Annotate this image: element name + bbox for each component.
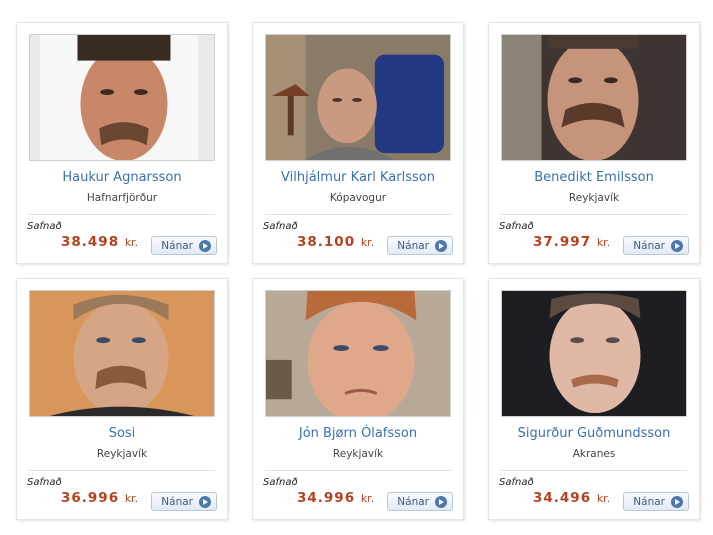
participant-name-link[interactable]: Vilhjálmur Karl Karlsson bbox=[253, 170, 463, 185]
arrow-right-icon bbox=[199, 495, 211, 508]
participant-location: Akranes bbox=[572, 448, 616, 460]
participant-name-link[interactable]: Benedikt Emilsson bbox=[489, 170, 699, 185]
participant-name-link[interactable]: Jón Bjørn Ólafsson bbox=[253, 426, 463, 441]
arrow-right-icon bbox=[435, 239, 447, 252]
more-button[interactable]: Nánar bbox=[151, 492, 217, 511]
divider bbox=[501, 470, 687, 471]
collected-label: Safnað bbox=[27, 221, 62, 232]
participant-location: Reykjavík bbox=[568, 192, 620, 204]
participant-photo[interactable] bbox=[29, 34, 215, 161]
divider bbox=[29, 214, 215, 215]
participant-name-link[interactable]: Sosi bbox=[17, 426, 227, 441]
collected-amount: 38.498 kr. bbox=[61, 234, 138, 250]
amount-value: 34.996 bbox=[297, 490, 356, 506]
currency-label: kr. bbox=[360, 492, 375, 505]
more-button[interactable]: Nánar bbox=[387, 492, 453, 511]
arrow-right-icon bbox=[671, 495, 683, 508]
more-button[interactable]: Nánar bbox=[623, 492, 689, 511]
participant-card: Benedikt Emilsson Reykjavík Safnað 37.99… bbox=[488, 22, 700, 264]
participant-location: Hafnarfjörður bbox=[86, 192, 158, 204]
currency-label: kr. bbox=[596, 492, 611, 505]
more-button[interactable]: Nánar bbox=[151, 236, 217, 255]
divider bbox=[501, 214, 687, 215]
currency-label: kr. bbox=[596, 236, 611, 249]
collected-label: Safnað bbox=[27, 477, 62, 488]
participant-location: Kópavogur bbox=[329, 192, 387, 204]
amount-value: 38.498 bbox=[61, 234, 120, 250]
participant-photo[interactable] bbox=[501, 34, 687, 161]
collected-amount: 34.996 kr. bbox=[297, 490, 374, 506]
participant-photo[interactable] bbox=[265, 34, 451, 161]
participant-card: Vilhjálmur Karl Karlsson Kópavogur Safna… bbox=[252, 22, 464, 264]
collected-label: Safnað bbox=[263, 221, 298, 232]
more-button-label: Nánar bbox=[633, 495, 665, 508]
collected-label: Safnað bbox=[499, 221, 534, 232]
divider bbox=[265, 470, 451, 471]
participant-card: Sosi Reykjavík Safnað 36.996 kr. Nánar bbox=[16, 278, 228, 520]
collected-label: Safnað bbox=[263, 477, 298, 488]
arrow-right-icon bbox=[671, 239, 683, 252]
collected-amount: 38.100 kr. bbox=[297, 234, 374, 250]
participant-location: Reykjavík bbox=[96, 448, 148, 460]
amount-value: 36.996 bbox=[61, 490, 120, 506]
arrow-right-icon bbox=[435, 495, 447, 508]
participant-photo[interactable] bbox=[501, 290, 687, 417]
arrow-right-icon bbox=[199, 239, 211, 252]
collected-label: Safnað bbox=[499, 477, 534, 488]
participant-photo[interactable] bbox=[29, 290, 215, 417]
participant-card: Sigurður Guðmundsson Akranes Safnað 34.4… bbox=[488, 278, 700, 520]
amount-value: 34.496 bbox=[533, 490, 592, 506]
collected-amount: 36.996 kr. bbox=[61, 490, 138, 506]
participant-name-link[interactable]: Haukur Agnarsson bbox=[17, 170, 227, 185]
currency-label: kr. bbox=[360, 236, 375, 249]
divider bbox=[265, 214, 451, 215]
divider bbox=[29, 470, 215, 471]
participant-card: Jón Bjørn Ólafsson Reykjavík Safnað 34.9… bbox=[252, 278, 464, 520]
participant-location: Reykjavík bbox=[332, 448, 384, 460]
currency-label: kr. bbox=[124, 492, 139, 505]
collected-amount: 34.496 kr. bbox=[533, 490, 610, 506]
more-button-label: Nánar bbox=[161, 495, 193, 508]
currency-label: kr. bbox=[124, 236, 139, 249]
participant-card: Haukur Agnarsson Hafnarfjörður Safnað 38… bbox=[16, 22, 228, 264]
more-button-label: Nánar bbox=[161, 239, 193, 252]
more-button[interactable]: Nánar bbox=[387, 236, 453, 255]
amount-value: 38.100 bbox=[297, 234, 356, 250]
more-button-label: Nánar bbox=[397, 495, 429, 508]
participant-photo[interactable] bbox=[265, 290, 451, 417]
more-button-label: Nánar bbox=[633, 239, 665, 252]
participant-name-link[interactable]: Sigurður Guðmundsson bbox=[489, 426, 699, 441]
participant-grid: Haukur Agnarsson Hafnarfjörður Safnað 38… bbox=[16, 22, 700, 522]
amount-value: 37.997 bbox=[533, 234, 592, 250]
more-button-label: Nánar bbox=[397, 239, 429, 252]
collected-amount: 37.997 kr. bbox=[533, 234, 610, 250]
more-button[interactable]: Nánar bbox=[623, 236, 689, 255]
